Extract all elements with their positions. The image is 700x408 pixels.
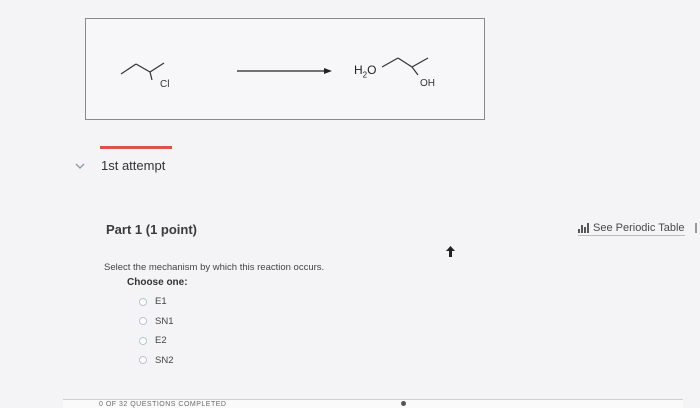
choose-one-label: Choose one: — [127, 277, 188, 288]
option-sn2[interactable]: SN2 — [139, 351, 173, 371]
reagent-h: H — [354, 63, 363, 77]
product-skeleton — [381, 57, 429, 76]
bar-chart-icon — [578, 223, 589, 233]
option-label: E2 — [155, 335, 167, 347]
option-label: SN1 — [155, 315, 174, 327]
radio-button[interactable] — [139, 356, 147, 365]
reaction-figure: Cl OH H2O — [85, 18, 485, 120]
reactant-cl-label: Cl — [160, 79, 169, 90]
periodic-table-label: See Periodic Table — [593, 222, 685, 234]
periodic-table-link[interactable]: See Periodic Table — [578, 222, 685, 236]
reaction-scheme: Cl OH — [120, 57, 435, 90]
reaction-arrow — [237, 68, 332, 74]
option-label: SN2 — [155, 354, 174, 366]
answer-options: E1 SN1 E2 SN2 — [139, 292, 173, 370]
chevron-down-icon[interactable] — [73, 159, 87, 173]
option-e1[interactable]: E1 — [139, 292, 173, 312]
reagent-o: O — [367, 63, 377, 77]
mouse-cursor-icon — [446, 246, 455, 257]
progress-dot — [401, 401, 406, 406]
radio-button[interactable] — [139, 336, 147, 345]
option-sn1[interactable]: SN1 — [139, 312, 173, 332]
part-title: Part 1 (1 point) — [106, 222, 198, 237]
radio-button[interactable] — [139, 317, 147, 326]
option-label: E1 — [155, 296, 167, 308]
attempt-header[interactable]: 1st attempt — [73, 158, 165, 173]
attempt-label: 1st attempt — [101, 158, 166, 173]
reactant-skeleton — [120, 62, 165, 81]
edge-fragment — [695, 223, 697, 233]
attempt-accent-bar — [100, 146, 172, 149]
product-oh-label: OH — [420, 78, 435, 89]
reagent-label: H2O — [354, 63, 376, 79]
question-text: Select the mechanism by which this react… — [104, 262, 325, 273]
option-e2[interactable]: E2 — [139, 331, 173, 351]
radio-button[interactable] — [139, 297, 147, 306]
